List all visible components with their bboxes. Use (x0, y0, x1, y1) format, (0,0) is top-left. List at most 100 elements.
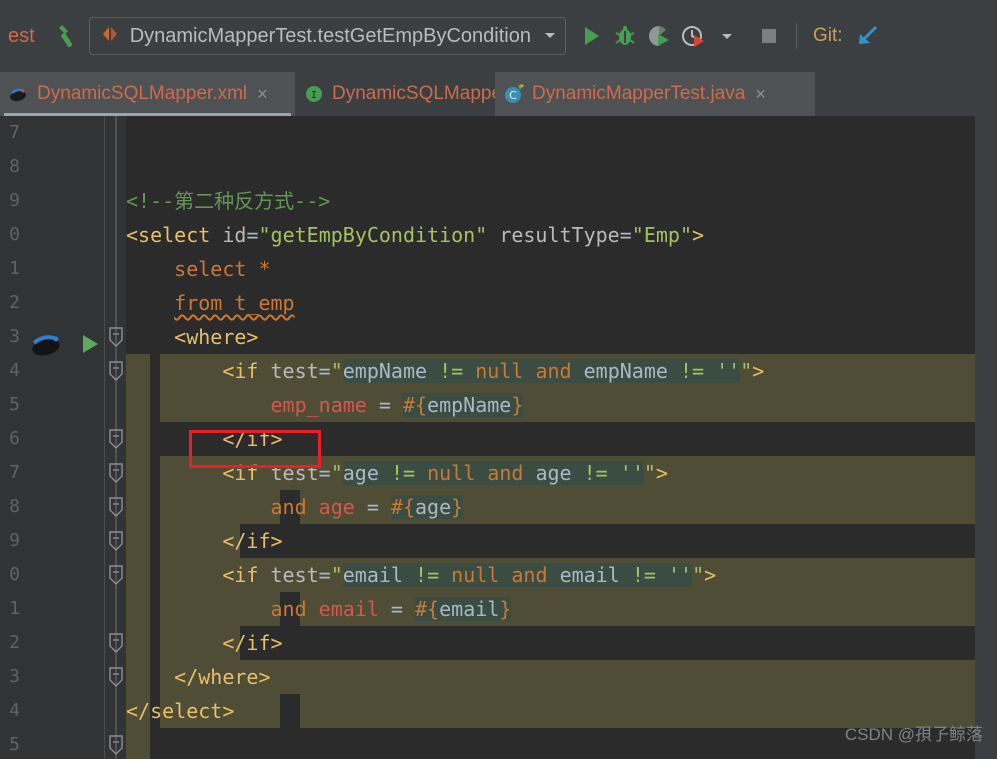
code-line[interactable]: <!--第二种反方式--> (126, 184, 764, 218)
line-number: 0 (9, 564, 20, 585)
code-token: " (643, 461, 656, 485)
code-token: </if> (222, 427, 283, 451)
hammer-icon[interactable] (49, 19, 83, 53)
code-line[interactable]: <if test="age != null and age != ''"> (126, 456, 764, 490)
code-text-area[interactable]: <!--第二种反方式--> <select id="getEmpByConditi… (126, 116, 975, 759)
code-line[interactable]: <if test="email != null and email != ''"… (126, 558, 764, 592)
code-token: age (318, 495, 355, 519)
svg-text:I: I (311, 90, 317, 101)
editor-tab-dynamicmappertest-java[interactable]: C DynamicMapperTest.java × (495, 72, 815, 116)
update-project-arrow-icon[interactable] (851, 19, 885, 53)
line-number-column: 789012345678901234567 (0, 116, 22, 759)
line-number: 1 (9, 258, 20, 279)
code-line-text: <if test="email != null and email != ''"… (126, 563, 716, 587)
code-line-text: and age = #{age} (126, 495, 464, 519)
code-folding-column[interactable] (104, 116, 126, 759)
mybatis-statement-icon[interactable] (28, 330, 68, 358)
code-token: = (318, 461, 331, 485)
code-line[interactable]: select * (126, 252, 764, 286)
code-line[interactable]: emp_name = #{empName} (126, 388, 764, 422)
close-icon[interactable]: × (257, 85, 268, 103)
prev-next-occurrence-icon (100, 25, 120, 48)
run-icon[interactable] (574, 19, 608, 53)
code-line[interactable]: <if test="empName != null and empName !=… (126, 354, 764, 388)
code-token: " (740, 359, 753, 383)
code-line-text: select * (126, 257, 270, 281)
line-number: 1 (9, 598, 20, 619)
code-line[interactable] (126, 116, 764, 150)
code-token: from t_emp (174, 291, 295, 315)
code-token: = (318, 563, 331, 587)
code-line[interactable]: </where> (126, 660, 764, 694)
code-line[interactable] (126, 150, 764, 184)
run-configuration-selector[interactable]: DynamicMapperTest.testGetEmpByCondition (88, 17, 566, 55)
code-token: <if (222, 461, 259, 485)
code-token: emp_name (270, 393, 367, 417)
stop-icon[interactable] (752, 19, 786, 53)
editor-tab-dynamicsqlmapper-java[interactable]: I DynamicSQLMapper.java × (295, 72, 568, 116)
line-number: 8 (9, 156, 20, 177)
code-token: test (270, 563, 319, 587)
toolbar-left-truncated-text: est (8, 24, 35, 47)
editor-tab-dynamicsqlmapper-xml[interactable]: DynamicSQLMapper.xml × (0, 72, 295, 116)
code-token: <if (222, 563, 259, 587)
line-number: 9 (9, 190, 20, 211)
code-line-text: </select> (126, 699, 234, 723)
test-expression: age != null and age != '' (342, 461, 644, 485)
code-line-text: emp_name = #{empName} (126, 393, 524, 417)
code-token: test (270, 359, 319, 383)
chevron-down-icon[interactable] (543, 27, 557, 45)
run-with-coverage-icon[interactable] (642, 19, 676, 53)
code-line[interactable]: </if> (126, 422, 764, 456)
line-number: 3 (9, 326, 20, 347)
code-line[interactable]: </select> (126, 694, 764, 728)
run-gutter-icon[interactable] (78, 332, 102, 361)
fold-markers[interactable] (105, 116, 127, 759)
code-line[interactable]: and age = #{age} (126, 490, 764, 524)
line-numbers: 789012345678901234567 (0, 116, 22, 759)
close-icon[interactable]: × (755, 85, 766, 103)
line-number: 4 (9, 700, 20, 721)
line-number: 7 (9, 122, 20, 143)
code-line[interactable]: and email = #{email} (126, 592, 764, 626)
test-expression: empName != null and empName != '' (342, 359, 741, 383)
code-line[interactable]: from t_emp (126, 286, 764, 320)
editor-markers-scrollbar[interactable] (975, 116, 997, 759)
code-line[interactable]: <select id="getEmpByCondition" resultTyp… (126, 218, 764, 252)
code-line-text: </if> (126, 427, 283, 451)
code-line[interactable]: <where> (126, 320, 764, 354)
mybatis-parameter: #{empName} (402, 393, 524, 417)
mybatis-parameter: #{age} (390, 495, 464, 519)
code-line-text: </if> (126, 529, 282, 553)
code-line-text: and email = #{email} (126, 597, 512, 621)
profiler-icon[interactable] (676, 19, 710, 53)
code-token: " (330, 563, 343, 587)
editor-gutter[interactable] (22, 116, 104, 759)
tab-label: DynamicMapperTest.java (532, 83, 746, 104)
code-token: > (752, 359, 765, 383)
line-number: 4 (9, 360, 20, 381)
profiler-dropdown-chevron-down-icon[interactable] (710, 19, 744, 53)
mybatis-xml-icon (8, 83, 30, 105)
code-line-text: <select id="getEmpByCondition" resultTyp… (126, 223, 704, 247)
java-test-class-icon: C (503, 83, 525, 105)
line-number: 2 (9, 292, 20, 313)
code-token: </if> (222, 631, 283, 655)
code-token: > (692, 223, 705, 247)
git-label: Git: (812, 25, 843, 46)
code-line-text: <if test="age != null and age != ''"> (126, 461, 668, 485)
code-line-text: </if> (126, 631, 283, 655)
code-token: </select> (126, 699, 235, 723)
code-line[interactable]: </if> (126, 524, 764, 558)
mybatis-parameter: #{email} (415, 597, 512, 621)
code-editor[interactable]: 789012345678901234567 (0, 116, 997, 759)
code-token: resultType (499, 223, 620, 247)
source-code[interactable]: <!--第二种反方式--> <select id="getEmpByConditi… (126, 116, 764, 728)
code-line[interactable]: </if> (126, 626, 764, 660)
debug-bug-icon[interactable] (608, 19, 642, 53)
code-line-text: <!--第二种反方式--> (126, 189, 330, 213)
